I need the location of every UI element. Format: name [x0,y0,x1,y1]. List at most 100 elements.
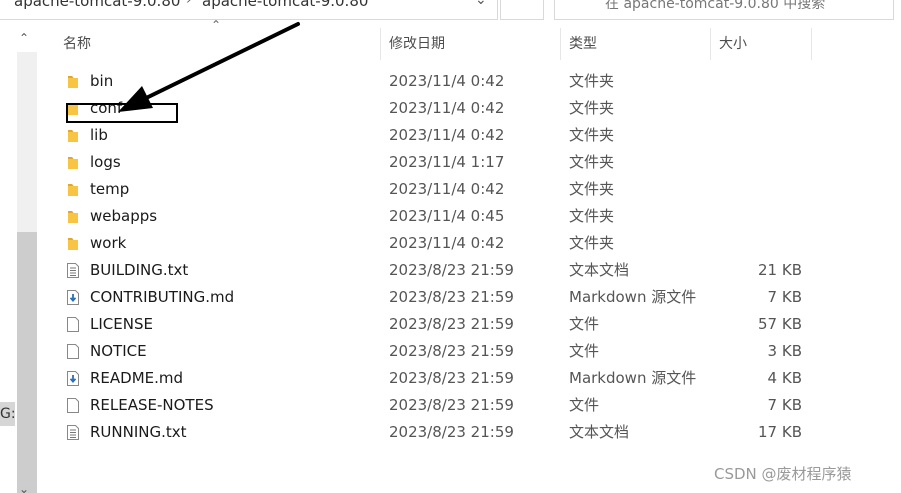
file-row[interactable]: README.md 2023/8/23 21:59 Markdown 源文件 4 KB [48,365,818,392]
file-modified-date: 2023/8/23 21:59 [389,342,514,360]
file-modified-date: 2023/11/4 0:42 [389,126,505,144]
column-type-header[interactable]: 类型 [569,28,597,60]
file-modified-date: 2023/8/23 21:59 [389,423,514,441]
folder-icon [66,154,80,171]
file-name: BUILDING.txt [90,261,189,279]
file-row[interactable]: NOTICE 2023/8/23 21:59 文件 3 KB [48,338,818,365]
file-name: README.md [90,369,184,387]
file-modified-date: 2023/8/23 21:59 [389,315,514,333]
blank-file-icon [66,397,80,414]
file-type: 文件夹 [569,72,615,90]
column-divider[interactable] [811,28,812,60]
file-row[interactable]: RUNNING.txt 2023/8/23 21:59 文本文档 17 KB [48,419,818,446]
file-size [708,149,802,176]
file-name: NOTICE [90,342,147,360]
column-divider[interactable] [560,28,561,60]
file-type: 文件 [569,315,600,333]
file-type: 文件夹 [569,126,615,144]
file-modified-date: 2023/8/23 21:59 [389,288,514,306]
file-type: 文件夹 [569,234,615,252]
blank-file-icon [66,316,80,333]
file-row[interactable]: BUILDING.txt 2023/8/23 21:59 文本文档 21 KB [48,257,818,284]
refresh-button[interactable]: ↻ [500,0,544,20]
column-date-header[interactable]: 修改日期 [389,28,445,60]
file-row[interactable]: temp 2023/11/4 0:42 文件夹 [48,176,818,203]
file-row[interactable]: RELEASE-NOTES 2023/8/23 21:59 文件 7 KB [48,392,818,419]
scroll-down-icon[interactable]: ⌄ [19,482,29,493]
search-input[interactable]: ⌕ 在 apache-tomcat-9.0.80 中搜索 [554,0,894,20]
breadcrumb-current[interactable]: apache-tomcat-9.0.80 [202,0,368,10]
file-type: 文件 [569,396,600,414]
file-name: LICENSE [90,315,153,333]
column-divider[interactable] [380,28,381,60]
file-size [708,68,802,95]
file-size [708,176,802,203]
file-size [708,95,802,122]
file-size [708,203,802,230]
file-size: 17 KB [758,423,802,441]
folder-icon [66,235,80,252]
file-name: bin [90,72,114,90]
folder-icon [66,73,80,90]
file-size: 7 KB [767,288,802,306]
file-name: work [90,234,127,252]
column-divider[interactable] [710,28,711,60]
file-type: 文本文档 [569,423,630,441]
file-modified-date: 2023/11/4 0:42 [389,180,505,198]
file-type: 文件 [569,342,600,360]
file-size: 57 KB [758,315,802,333]
markdown-file-icon [66,370,80,387]
file-name: RELEASE-NOTES [90,396,214,414]
sort-ascending-icon: ⌃ [211,18,222,32]
blank-file-icon [66,343,80,360]
file-size [708,230,802,257]
file-modified-date: 2023/11/4 0:45 [389,207,505,225]
breadcrumb-item[interactable]: apache-tomcat-9.0.80 [14,0,180,10]
scrollbar-thumb[interactable] [17,232,37,493]
file-row[interactable]: webapps 2023/11/4 0:45 文件夹 [48,203,818,230]
file-name: temp [90,180,130,198]
file-modified-date: 2023/8/23 21:59 [389,369,514,387]
file-name: lib [90,126,108,144]
markdown-file-icon [66,289,80,306]
column-size-header[interactable]: 大小 [719,28,747,60]
file-modified-date: 2023/11/4 1:17 [389,153,505,171]
file-type: Markdown 源文件 [569,369,697,387]
file-type: Markdown 源文件 [569,288,697,306]
file-name: webapps [90,207,158,225]
text-file-icon [66,424,80,441]
file-row[interactable]: CONTRIBUTING.md 2023/8/23 21:59 Markdown 源… [48,284,818,311]
chevron-down-icon[interactable]: ⌄ [475,0,487,8]
column-name-header[interactable]: 名称 [63,28,91,60]
breadcrumb-separator: › [186,0,192,8]
file-size: 21 KB [758,261,802,279]
annotation-highlight-box [66,103,178,123]
file-row[interactable]: work 2023/11/4 0:42 文件夹 [48,230,818,257]
file-size: 7 KB [767,396,802,414]
file-modified-date: 2023/11/4 0:42 [389,99,505,117]
file-name: logs [90,153,121,171]
column-header: ⌃ 名称 修改日期 类型 大小 [48,18,818,60]
file-name: CONTRIBUTING.md [90,288,235,306]
file-type: 文本文档 [569,261,630,279]
navigation-pane-edge: ⌃ ⌄ G: [0,20,40,493]
file-type: 文件夹 [569,153,615,171]
file-name: RUNNING.txt [90,423,187,441]
folder-icon [66,208,80,225]
file-modified-date: 2023/8/23 21:59 [389,261,514,279]
scroll-up-icon[interactable]: ⌃ [19,31,29,45]
file-row[interactable]: lib 2023/11/4 0:42 文件夹 [48,122,818,149]
file-row[interactable]: LICENSE 2023/8/23 21:59 文件 57 KB [48,311,818,338]
file-row[interactable]: bin 2023/11/4 0:42 文件夹 [48,68,818,95]
drive-label[interactable]: G: [0,402,16,426]
folder-icon [66,127,80,144]
file-type: 文件夹 [569,207,615,225]
file-size: 4 KB [767,369,802,387]
file-row[interactable]: logs 2023/11/4 1:17 文件夹 [48,149,818,176]
file-modified-date: 2023/11/4 0:42 [389,234,505,252]
refresh-icon: ↻ [514,0,529,4]
address-toolbar: apache-tomcat-9.0.80 › apache-tomcat-9.0… [0,0,901,20]
watermark: CSDN @废材程序猿 [714,465,852,483]
text-file-icon [66,262,80,279]
file-size [708,122,802,149]
